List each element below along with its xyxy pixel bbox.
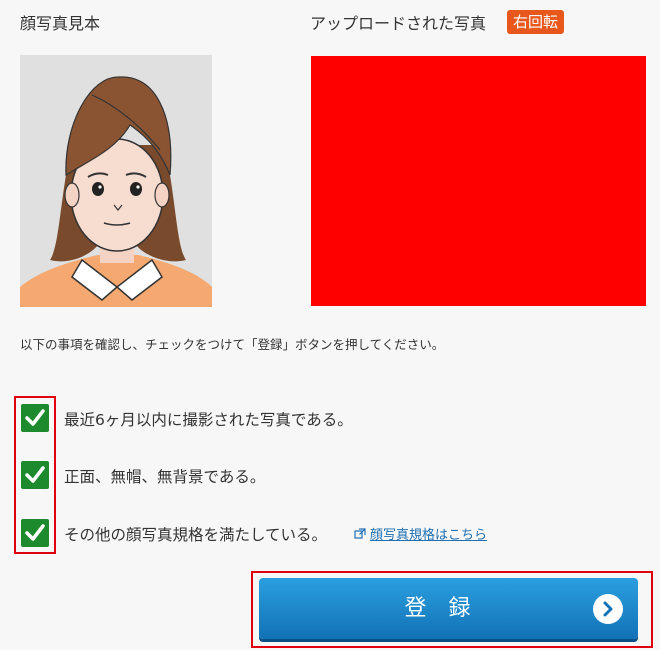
checkmark-icon <box>25 466 45 483</box>
sample-photo-title: 顔写真見本 <box>20 14 101 33</box>
rotate-right-button[interactable]: 右回転 <box>507 10 565 34</box>
external-link-icon <box>354 528 366 539</box>
register-button[interactable]: 登録 <box>259 578 638 639</box>
checklist-label-recent: 最近6ヶ月以内に撮影された写真である。 <box>64 411 353 429</box>
checkmark-icon <box>25 409 45 426</box>
uploaded-photo <box>311 56 646 306</box>
checkbox-recent[interactable] <box>21 404 49 432</box>
checkbox-spec[interactable] <box>21 519 49 547</box>
instruction-text: 以下の事項を確認し、チェックをつけて「登録」ボタンを押してください。 <box>20 337 445 352</box>
checklist-item-front[interactable]: 正面、無帽、無背景である。 <box>21 461 421 491</box>
checklist-item-recent[interactable]: 最近6ヶ月以内に撮影された写真である。 <box>21 404 421 434</box>
register-button-label: 登録 <box>404 596 493 621</box>
checkmark-icon <box>25 524 45 541</box>
checklist-label-spec: その他の顔写真規格を満たしている。 <box>64 526 328 544</box>
checklist-label-front: 正面、無帽、無背景である。 <box>64 468 266 486</box>
chevron-right-circle-icon <box>593 594 623 624</box>
checkbox-front[interactable] <box>21 461 49 489</box>
photo-spec-link[interactable]: 顔写真規格はこちら <box>354 524 487 543</box>
uploaded-photo-title: アップロードされた写真 <box>310 14 487 33</box>
photo-spec-link-text[interactable]: 顔写真規格はこちら <box>370 528 487 543</box>
checklist-item-spec[interactable]: その他の顔写真規格を満たしている。 <box>21 519 351 549</box>
sample-face-photo <box>20 55 212 307</box>
